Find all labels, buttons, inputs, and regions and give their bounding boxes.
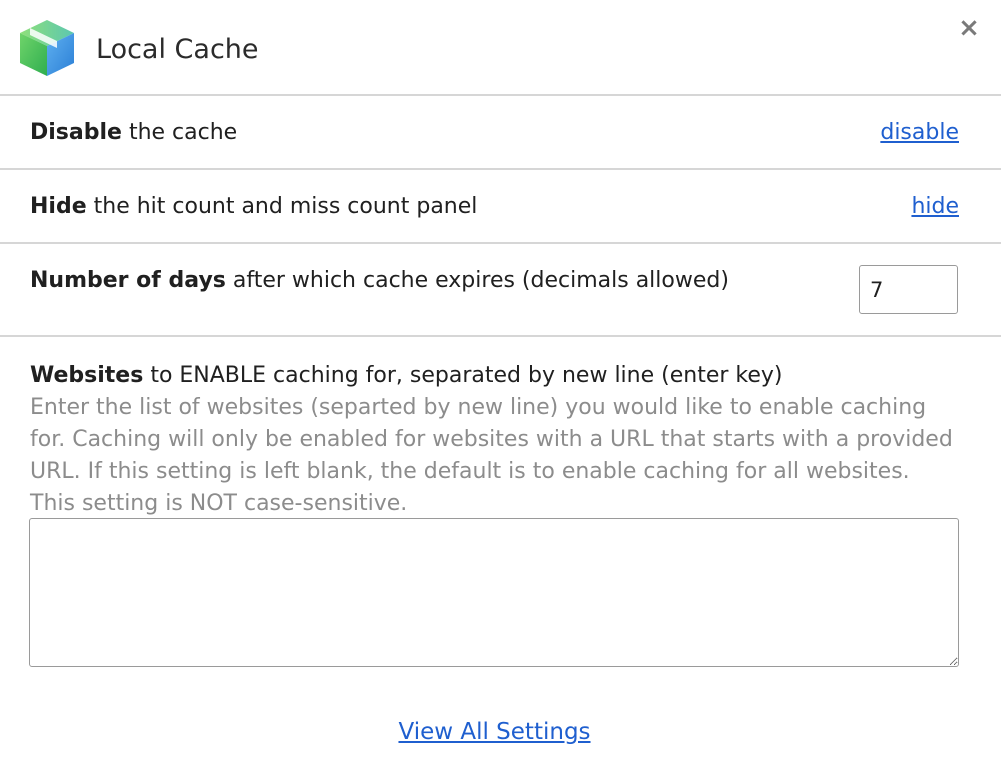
disable-cache-label-text: the cache (121, 120, 238, 145)
expiry-days-label-bold: Number of days (30, 268, 226, 293)
view-all-settings-link[interactable]: View All Settings (398, 719, 590, 745)
websites-section: Websites to ENABLE caching for, separate… (30, 360, 960, 520)
websites-description: Enter the list of websites (separted by … (30, 395, 953, 516)
page-title: Local Cache (96, 34, 259, 65)
close-icon[interactable]: × (957, 14, 981, 42)
websites-label-bold: Websites (30, 363, 144, 388)
hide-panel-row: Hide the hit count and miss count panel … (0, 170, 1001, 244)
disable-cache-label: Disable the cache (30, 118, 237, 148)
websites-label-text: to ENABLE caching for, separated by new … (143, 363, 783, 388)
panel-header: Local Cache × (0, 0, 1001, 96)
expiry-days-label-text: after which cache expires (decimals allo… (225, 268, 729, 293)
local-cache-panel: Local Cache × Disable the cache disable … (0, 0, 1001, 776)
websites-label: Websites to ENABLE caching for, separate… (30, 360, 960, 392)
cube-icon (20, 20, 74, 76)
websites-textarea[interactable] (29, 518, 959, 667)
hide-panel-label: Hide the hit count and miss count panel (30, 192, 477, 222)
expiry-days-row: Number of days after which cache expires… (0, 244, 1001, 337)
footer: View All Settings (0, 716, 989, 748)
hide-link[interactable]: hide (911, 192, 959, 222)
hide-panel-label-text: the hit count and miss count panel (86, 194, 478, 219)
hide-panel-label-bold: Hide (30, 194, 87, 219)
expiry-days-label: Number of days after which cache expires… (30, 266, 729, 296)
disable-cache-label-bold: Disable (30, 120, 122, 145)
disable-link[interactable]: disable (880, 118, 959, 148)
disable-cache-row: Disable the cache disable (0, 96, 1001, 170)
expiry-days-input[interactable] (859, 265, 958, 314)
